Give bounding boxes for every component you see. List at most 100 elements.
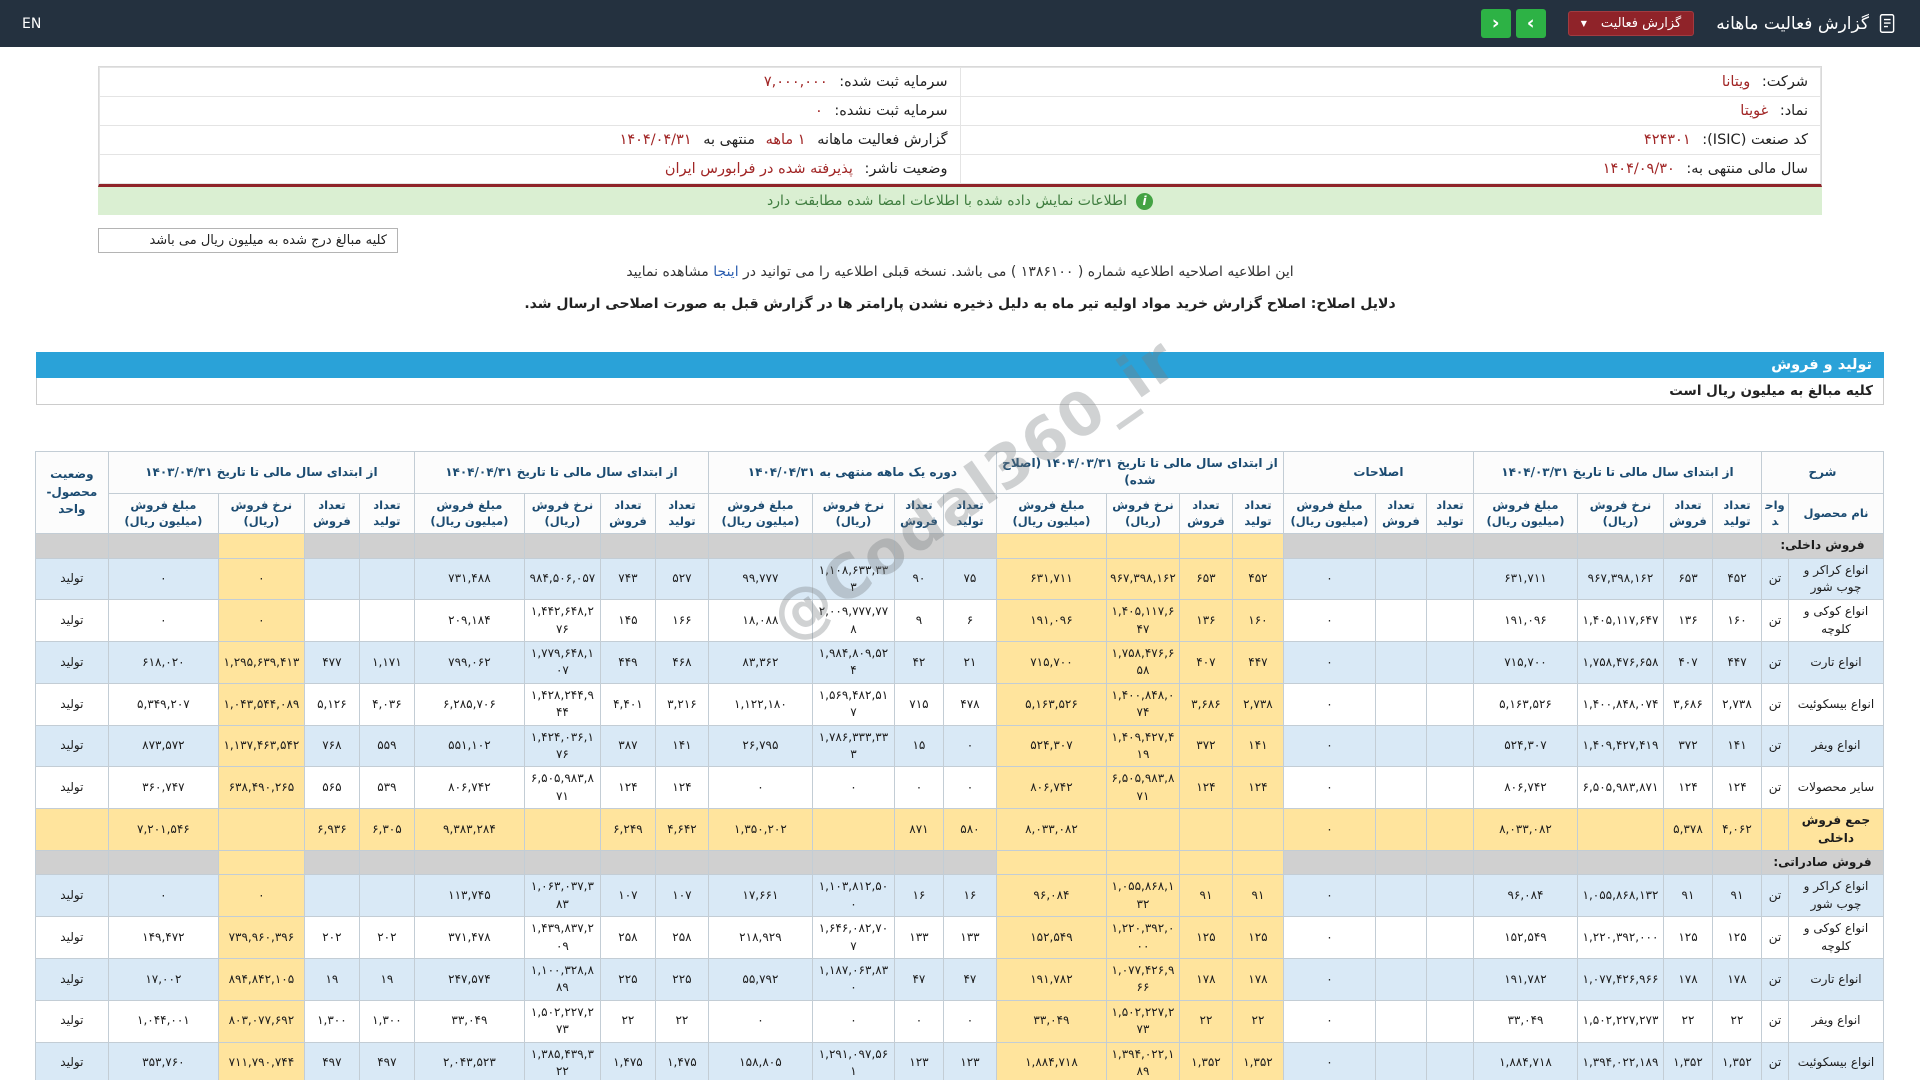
table-amounts-note: کلیه مبالغ به میلیون ریال است (36, 378, 1884, 405)
table-cell (1374, 766, 1427, 810)
table-cell: ۲,۷۳۸ (1711, 682, 1762, 726)
table-cell: ۶,۵۰۵,۹۸۳,۸۷۱ (1576, 766, 1664, 810)
table-cell: ۱,۴۰۵,۱۱۷,۶۴۷ (1105, 599, 1180, 643)
status-cell: تولید (34, 724, 109, 768)
table-cell: ۳۷۲ (1178, 724, 1233, 768)
column-header: نرخ فروش (ریال) (217, 492, 305, 535)
product-name-cell: انواع کوکی و کلوچه (1788, 916, 1884, 959)
table-cell: ۱۹۱,۰۹۶ (995, 599, 1107, 643)
table-cell: ۱۲۵ (1711, 916, 1762, 959)
table-cell: ۱,۴۲۴,۰۳۶,۱۷۶ (523, 724, 601, 768)
table-cell: ۰ (1282, 599, 1376, 643)
column-header: نرخ فروش (ریال) (811, 492, 895, 535)
status-cell: تولید (34, 1041, 109, 1080)
table-cell: تن (1760, 916, 1790, 959)
table-cell: تن (1760, 999, 1790, 1043)
table-cell: ۰ (1282, 1041, 1376, 1080)
table-cell: ۹۶۷,۳۹۸,۱۶۲ (1576, 557, 1664, 601)
table-cell: تن (1760, 957, 1790, 1001)
publisher-status-value: پذیرفته شده در فرابورس ایران (664, 161, 853, 177)
table-cell: ۱۹۱,۰۹۶ (1472, 599, 1578, 643)
table-cell: ۱,۳۵۲ (1231, 1041, 1284, 1080)
info-icon: i (1136, 192, 1153, 210)
table-cell: تن (1760, 557, 1790, 601)
table-cell: ۳۷۱,۴۷۸ (413, 916, 525, 959)
table-cell: ۲۰۲ (358, 916, 415, 959)
table-cell: ۴۷۸ (942, 682, 997, 726)
table-cell: ۱,۰۴۴,۰۰۱ (107, 999, 219, 1043)
table-body: فروش داخلی: انواع کراکر و چوب شور تن ۴۵۲ ۶۵۳… (34, 533, 1885, 1080)
table-cell (1711, 533, 1762, 559)
table-cell: ۶,۹۳۶ (303, 808, 360, 851)
table-cell: تن (1760, 599, 1790, 643)
table-cell: ۰ (893, 766, 944, 810)
prev-report-button[interactable]: ‹ (1480, 9, 1511, 38)
table-cell: ۴,۴۰۱ (599, 682, 656, 726)
column-group-header: از ابتدای سال مالی تا تاریخ ۱۴۰۴/۰۴/۳۱ (413, 451, 709, 494)
table-cell (1425, 999, 1474, 1043)
table-cell: ۱,۱۰۸,۶۳۳,۳۳۳ (811, 557, 895, 601)
table-cell: ۱,۴۰۹,۴۲۷,۴۱۹ (1105, 724, 1180, 768)
table-cell (107, 849, 219, 876)
section-name-cell: فروش صادراتی: (1760, 849, 1885, 876)
report-type-dropdown[interactable]: گزارش فعالیت ▼ (1567, 11, 1695, 36)
table-cell: ۰ (1282, 916, 1376, 959)
table-cell (1425, 533, 1474, 559)
language-toggle-en[interactable]: EN (22, 16, 41, 32)
column-header: تعداد فروش (1178, 492, 1233, 535)
table-cell: ۱۲۴ (1231, 766, 1284, 810)
table-cell (1105, 808, 1180, 851)
table-cell: ۴۵۲ (1711, 557, 1762, 601)
unregistered-capital-cell: سرمایه ثبت نشده: ۰ (99, 96, 961, 126)
status-cell: تولید (34, 916, 109, 959)
section-row: فروش صادراتی: (34, 849, 1885, 876)
column-header: تعداد فروش (1662, 492, 1713, 535)
page-title: گزارش فعالیت ماهانه (1716, 13, 1869, 34)
column-header: تعداد تولید (1425, 492, 1474, 535)
column-header: مبلغ فروش (میلیون ریال) (1472, 492, 1578, 535)
table-cell: ۱۴۵ (599, 599, 656, 643)
table-cell: ۱,۲۲۰,۳۹۲,۰۰۰ (1105, 916, 1180, 959)
table-cell: ۱,۳۰۰ (358, 999, 415, 1043)
table-cell: ۰ (1282, 724, 1376, 768)
table-cell: ۶۵۳ (1662, 557, 1713, 601)
table-cell: ۲۴۷,۵۷۴ (413, 957, 525, 1001)
previous-version-link[interactable]: اینجا (713, 264, 738, 280)
table-cell: ۱۲۵ (1662, 916, 1713, 959)
table-cell: ۲۱۸,۹۲۹ (707, 916, 813, 959)
table-cell: ۲۰۹,۱۸۴ (413, 599, 525, 643)
table-head: شرح از ابتدای سال مالی تا تاریخ ۱۴۰۴/۰۳/۳… (34, 450, 1885, 535)
column-header: نام محصول (1788, 492, 1884, 535)
status-column-header: وضعیت محصول-واحد (34, 450, 109, 535)
table-cell (358, 533, 415, 559)
table-cell: ۱,۷۷۹,۶۴۸,۱۰۷ (523, 641, 601, 684)
next-report-button[interactable]: › (1515, 9, 1546, 38)
table-cell: ۱,۰۵۵,۸۶۸,۱۳۲ (1105, 874, 1180, 918)
table-cell: ۱۴۱ (1231, 724, 1284, 768)
table-cell: ۱,۰۶۳,۰۳۷,۳۸۳ (523, 874, 601, 918)
table-cell: ۱,۴۳۹,۸۳۷,۲۰۹ (523, 916, 601, 959)
table-row: انواع کوکی و کلوچه تن ۱۲۵ ۱۲۵ ۱,۲۲۰,۳۹۲,۰۰۰ ۱… (34, 916, 1884, 959)
table-cell: ۴۹۷ (358, 1041, 415, 1080)
table-cell: ۸۳,۳۶۲ (707, 641, 813, 684)
report-type-dropdown-label: گزارش فعالیت (1600, 16, 1682, 31)
table-cell: ۲۵۸ (654, 916, 709, 959)
table-cell: ۶,۲۴۹ (599, 808, 656, 851)
table-cell: ۱۳۶ (1662, 599, 1713, 643)
table-cell: ۱,۰۴۳,۵۴۴,۰۸۹ (217, 682, 305, 726)
table-cell (523, 808, 601, 851)
table-cell (217, 808, 305, 851)
table-cell (34, 849, 109, 876)
table-cell: ۹۱ (1711, 874, 1762, 918)
table-cell: ۵۶۵ (303, 766, 360, 810)
table-cell: ۵۲۷ (654, 557, 709, 601)
registered-capital-value: ۷,۰۰۰,۰۰۰ (763, 74, 828, 90)
table-cell: ۲۲ (654, 999, 709, 1043)
table-cell: ۱,۵۰۲,۲۲۷,۲۷۳ (1105, 999, 1180, 1043)
table-cell: ۱۵ (893, 724, 944, 768)
table-cell: ۰ (217, 557, 305, 601)
table-cell: ۹۰ (893, 557, 944, 601)
production-table-wrap: شرح از ابتدای سال مالی تا تاریخ ۱۴۰۴/۰۳/۳… (34, 450, 1885, 1080)
table-cell: ۱۶ (942, 874, 997, 918)
table-cell: ۴۲ (893, 641, 944, 684)
